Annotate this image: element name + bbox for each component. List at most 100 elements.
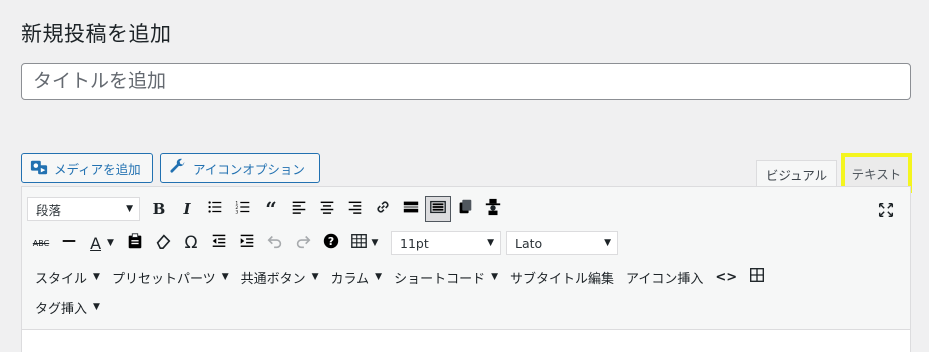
post-title-input[interactable]: タイトルを追加 [21,63,911,100]
menu-common-buttons[interactable]: 共通ボタン ▼ [235,268,325,287]
menu-shortcode-label: ショートコード [394,271,486,287]
align-center-button[interactable] [313,196,341,222]
svg-text:3: 3 [235,209,238,215]
menu-preset-parts[interactable]: プリセットパーツ ▼ [106,268,235,287]
horizontal-line-button[interactable] [55,230,83,256]
chevron-down-icon: ▼ [375,272,383,282]
font-family-value: Lato [515,235,543,251]
character-button[interactable] [479,196,507,222]
menu-style-label: スタイル [35,271,88,287]
menu-shortcode[interactable]: ショートコード ▼ [388,268,504,287]
icon-insert-button[interactable]: アイコン挿入 [620,268,709,287]
chevron-down-icon: ▼ [604,238,611,248]
italic-icon: I [183,200,191,218]
menu-columns[interactable]: カラム ▼ [325,268,389,287]
chevron-down-icon: ▼ [487,238,494,248]
bullet-list-button[interactable] [201,196,229,222]
link-icon [374,198,392,220]
chevron-down-icon: ▼ [491,272,499,282]
strikethrough-icon: ABC [32,238,50,248]
chevron-down-icon: ▼ [93,272,100,282]
help-button[interactable]: ? [317,230,345,256]
menu-common-buttons-label: 共通ボタン [240,271,306,287]
chevron-down-icon: ▼ [126,204,133,214]
indent-button[interactable] [233,230,261,256]
blockquote-button[interactable]: “ [257,196,285,222]
icon-option-label: アイコンオプション [193,161,305,177]
chevron-down-icon: ▼ [221,272,229,282]
align-right-button[interactable] [341,196,369,222]
paste-text-button[interactable] [121,230,149,256]
add-media-button[interactable]: メディアを追加 [21,153,153,183]
align-left-button[interactable] [285,196,313,222]
numbered-list-icon: 123 [234,198,252,220]
toolbar-toggle-button[interactable] [425,196,451,222]
menu-preset-parts-label: プリセットパーツ [111,271,216,287]
quote-icon: “ [265,197,277,221]
indent-icon [238,232,256,254]
icon-option-button[interactable]: アイコンオプション [160,153,320,183]
clear-formatting-button[interactable] [149,230,177,256]
tab-visual[interactable]: ビジュアル [756,160,837,187]
add-media-label: メディアを追加 [54,161,141,177]
code-button[interactable]: <> [709,270,743,285]
page-title: 新規投稿を追加 [21,22,172,46]
numbered-list-button[interactable]: 123 [229,196,257,222]
special-character-button[interactable]: Ω [177,230,205,256]
menu-columns-label: カラム [330,271,370,287]
font-family-select[interactable]: Lato ▼ [506,231,618,255]
bold-icon: B [152,200,166,218]
toolbar-row-2: ABC A ▼ Ω ? ▼ 11pt ▼ Lato ▼ [27,229,618,257]
toolbar-row-4: タグ挿入 ▼ [29,293,106,321]
table-button[interactable]: ▼ [345,230,383,256]
wrench-icon [169,158,187,179]
align-center-icon [318,198,336,220]
chevron-down-icon: ▼ [93,302,100,312]
read-more-button[interactable] [397,196,425,222]
undo-icon [266,232,284,254]
subtitle-edit-button[interactable]: サブタイトル編集 [504,268,620,287]
align-right-icon [346,198,364,220]
redo-button[interactable] [289,230,317,256]
copy-block-button[interactable] [451,196,479,222]
text-color-button[interactable]: A ▼ [83,230,121,256]
add-table-button[interactable] [743,264,771,290]
bullet-list-icon [206,198,224,220]
fullscreen-button[interactable] [872,199,900,225]
italic-button[interactable]: I [173,196,201,222]
strikethrough-button[interactable]: ABC [27,230,55,256]
copy-icon [456,198,474,220]
font-size-value: 11pt [400,235,429,251]
clipboard-icon [126,232,144,254]
chevron-down-icon: ▼ [371,238,379,248]
detective-icon [484,198,502,220]
horizontal-line-icon [60,232,78,254]
menu-tag-insert[interactable]: タグ挿入 ▼ [29,298,106,317]
table-plus-icon [748,266,766,288]
bold-button[interactable]: B [145,196,173,222]
media-icon [30,158,48,179]
fullscreen-icon [877,201,895,223]
omega-icon: Ω [184,233,198,253]
toolbar-row-3: スタイル ▼ プリセットパーツ ▼ 共通ボタン ▼ カラム ▼ ショートコード ▼ サブタ… [29,263,771,291]
read-more-icon [402,198,420,220]
undo-button[interactable] [261,230,289,256]
svg-text:?: ? [328,235,334,248]
redo-icon [294,232,312,254]
editor-content-area[interactable] [22,329,910,352]
menu-style[interactable]: スタイル ▼ [29,268,106,287]
insert-link-button[interactable] [369,196,397,222]
outdent-button[interactable] [205,230,233,256]
text-color-icon: A [90,233,102,253]
align-left-icon [290,198,308,220]
chevron-down-icon: ▼ [311,272,319,282]
format-select[interactable]: 段落 ▼ [27,197,140,221]
table-icon [350,232,368,254]
code-icon: <> [715,269,738,285]
font-size-select[interactable]: 11pt ▼ [391,231,501,255]
eraser-icon [154,232,172,254]
toolbar-row-1: 段落 ▼ B I 123 “ [27,195,507,223]
classic-editor: 段落 ▼ B I 123 “ ABC A ▼ Ω ? ▼ 11pt ▼ Lato… [21,186,911,352]
keyboard-icon [429,198,447,220]
outdent-icon [210,232,228,254]
